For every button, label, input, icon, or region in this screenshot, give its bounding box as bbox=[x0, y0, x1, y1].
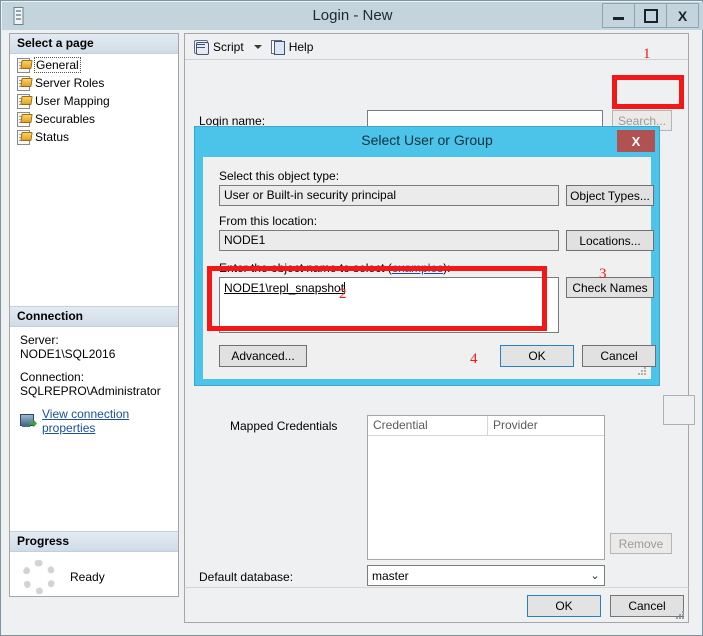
default-database-label: Default database: bbox=[199, 570, 294, 584]
window-titlebar[interactable]: Login - New X bbox=[2, 2, 703, 30]
location-input[interactable]: NODE1 bbox=[219, 230, 559, 251]
script-label: Script bbox=[213, 39, 244, 54]
script-icon bbox=[193, 39, 209, 55]
advanced-button[interactable]: Advanced... bbox=[219, 345, 307, 367]
login-new-window: Login - New X Select a page General Serv… bbox=[0, 0, 703, 636]
default-database-select[interactable]: master ⌄ bbox=[367, 565, 605, 586]
annotation-number-2: 2 bbox=[339, 286, 347, 302]
sidebar-item-user-mapping[interactable]: User Mapping bbox=[16, 92, 178, 110]
help-icon bbox=[270, 39, 285, 55]
server-label: Server: bbox=[20, 333, 59, 347]
annotation-number-3: 3 bbox=[599, 266, 607, 282]
dialog-close-button[interactable]: X bbox=[617, 130, 655, 152]
page-icon bbox=[16, 112, 33, 127]
object-types-button[interactable]: Object Types... bbox=[566, 185, 654, 206]
maximize-button[interactable] bbox=[634, 3, 667, 28]
sidebar-header: Select a page bbox=[10, 34, 178, 54]
page-icon bbox=[16, 76, 33, 91]
mapped-credentials-label: Mapped Credentials bbox=[230, 419, 338, 433]
location-label: From this location: bbox=[219, 214, 318, 228]
grid-header-row: Credential Provider bbox=[368, 416, 604, 436]
locations-button[interactable]: Locations... bbox=[566, 230, 654, 251]
grid-column-provider: Provider bbox=[493, 418, 538, 432]
connection-section-body: Server: NODE1\SQL2016 Connection: SQLREP… bbox=[10, 327, 178, 441]
select-a-page-sidebar: Select a page General Server Roles User … bbox=[9, 33, 179, 597]
examples-link[interactable]: examples bbox=[392, 261, 443, 275]
server-value: NODE1\SQL2016 bbox=[20, 347, 116, 361]
annotation-number-4: 4 bbox=[470, 351, 478, 367]
connection-value: SQLREPRO\Administrator bbox=[20, 384, 161, 398]
object-name-label-prefix: Enter the object name to select ( bbox=[219, 261, 392, 275]
panel-hidden-control bbox=[663, 395, 695, 425]
minimize-button[interactable] bbox=[602, 3, 635, 28]
select-user-or-group-dialog: Select User or Group X Select this objec… bbox=[194, 126, 660, 386]
sidebar-item-status[interactable]: Status bbox=[16, 128, 178, 146]
sidebar-item-general[interactable]: General bbox=[16, 56, 178, 74]
sidebar-item-server-roles[interactable]: Server Roles bbox=[16, 74, 178, 92]
connection-label: Connection: bbox=[20, 370, 85, 384]
sidebar-item-label: Status bbox=[35, 130, 70, 144]
page-icon bbox=[16, 130, 33, 145]
chevron-down-icon: ⌄ bbox=[590, 570, 600, 582]
close-button[interactable]: X bbox=[666, 3, 699, 28]
object-name-value: NODE1\repl_snapshot bbox=[224, 281, 345, 295]
help-button[interactable]: Help bbox=[270, 39, 314, 55]
dialog-resize-grip[interactable] bbox=[638, 367, 647, 376]
window-cancel-button[interactable]: Cancel bbox=[610, 595, 684, 617]
server-connection-icon bbox=[20, 413, 37, 429]
dialog-cancel-button[interactable]: Cancel bbox=[582, 345, 656, 367]
grid-column-credential: Credential bbox=[368, 416, 488, 435]
window-title: Login - New bbox=[312, 7, 393, 24]
view-connection-properties-link[interactable]: View connection properties bbox=[42, 407, 170, 435]
sidebar-page-list: General Server Roles User Mapping Secura… bbox=[10, 54, 178, 146]
object-name-label: Enter the object name to select (example… bbox=[219, 261, 450, 275]
window-resize-grip[interactable] bbox=[675, 610, 685, 620]
default-database-value: master bbox=[372, 568, 409, 583]
window-buttons: X bbox=[602, 3, 699, 28]
sidebar-item-label: Server Roles bbox=[35, 76, 105, 90]
mapped-credentials-grid[interactable]: Credential Provider bbox=[367, 415, 605, 560]
connection-section-header: Connection bbox=[10, 306, 178, 327]
progress-section-body: Ready bbox=[10, 552, 178, 594]
sidebar-item-label: General bbox=[34, 57, 81, 73]
chevron-down-icon[interactable] bbox=[253, 44, 262, 49]
help-label: Help bbox=[288, 39, 314, 54]
object-name-input[interactable]: NODE1\repl_snapshot bbox=[219, 277, 559, 333]
page-icon bbox=[16, 58, 33, 73]
sidebar-item-securables[interactable]: Securables bbox=[16, 110, 178, 128]
object-name-label-suffix: ): bbox=[443, 261, 451, 275]
close-icon: X bbox=[631, 133, 641, 149]
dialog-title: Select User or Group bbox=[361, 132, 493, 148]
panel-toolbar: Script Help bbox=[185, 34, 688, 60]
object-type-label: Select this object type: bbox=[219, 169, 340, 183]
app-root: Login - New X Select a page General Serv… bbox=[0, 0, 703, 636]
progress-spinner-icon bbox=[22, 560, 56, 594]
remove-credential-button[interactable]: Remove bbox=[610, 533, 672, 554]
annotation-number-1: 1 bbox=[643, 46, 651, 62]
script-button[interactable]: Script bbox=[193, 39, 244, 55]
progress-section-header: Progress bbox=[10, 531, 178, 552]
window-ok-button[interactable]: OK bbox=[527, 595, 601, 617]
window-button-bar: OK Cancel bbox=[184, 587, 689, 623]
check-names-button[interactable]: Check Names bbox=[566, 277, 654, 298]
page-icon bbox=[16, 94, 33, 109]
progress-status: Ready bbox=[70, 570, 105, 584]
dialog-ok-button[interactable]: OK bbox=[500, 345, 574, 367]
dialog-body: Select this object type: User or Built-i… bbox=[203, 157, 656, 379]
sidebar-item-label: Securables bbox=[35, 112, 96, 126]
close-icon: X bbox=[677, 7, 688, 24]
object-type-input[interactable]: User or Built-in security principal bbox=[219, 185, 559, 206]
sidebar-item-label: User Mapping bbox=[35, 94, 110, 108]
